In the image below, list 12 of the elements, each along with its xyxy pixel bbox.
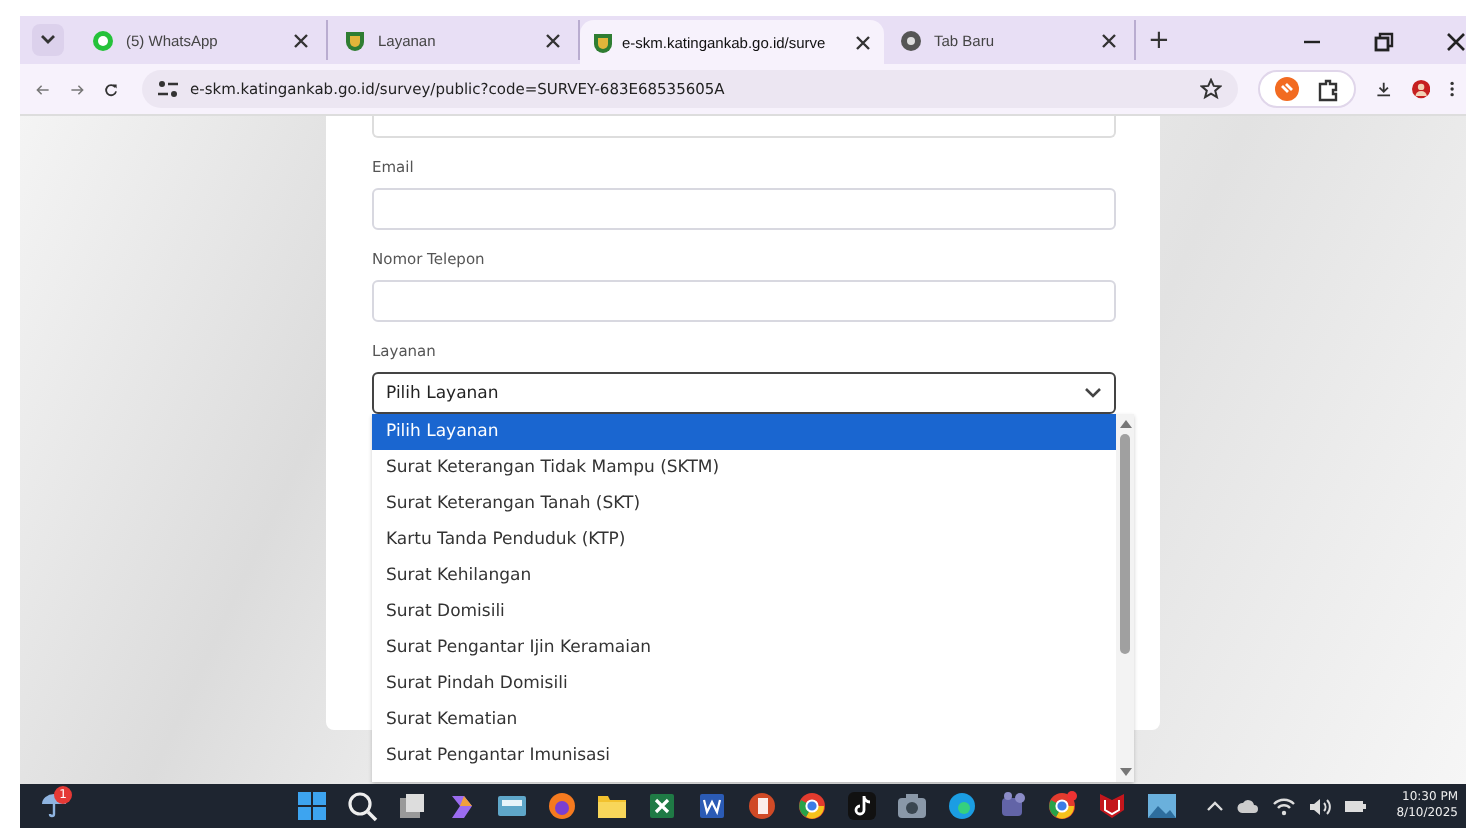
dropdown-option[interactable]: Surat Pengantar Ijin Keramaian (372, 630, 1116, 666)
dropdown-option[interactable]: Surat Domisili (372, 594, 1116, 630)
dropdown-option[interactable]: Surat Kematian (372, 702, 1116, 738)
dropdown-option[interactable]: Surat Pindah Domisili (372, 666, 1116, 702)
dropdown-option[interactable]: Surat Pengantar Imunisasi (372, 738, 1116, 774)
select-field[interactable]: Pilih Layanan (372, 372, 1116, 414)
dropdown-option[interactable]: Surat Kehilangan (372, 558, 1116, 594)
new-tab-button[interactable]: + (1148, 28, 1170, 56)
dropdown-option[interactable]: Surat Keterangan Tidak Mampu (SKTM) (372, 450, 1116, 486)
dropdown-option[interactable]: Kartu Tanda Penduduk (KTP) (372, 522, 1116, 558)
dropdown-option[interactable]: Pilih Layanan (372, 414, 1116, 450)
dropdown-option[interactable]: Surat Keterangan Tanah (SKT) (372, 486, 1116, 522)
